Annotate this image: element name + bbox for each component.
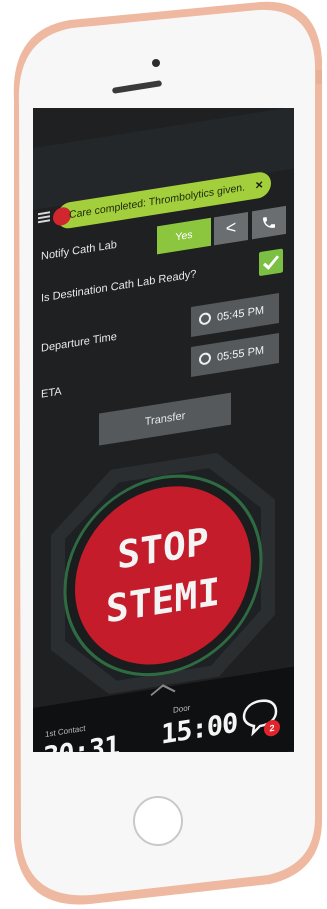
check-icon: [262, 255, 280, 270]
eta-button[interactable]: 05:55 PM: [191, 333, 279, 377]
destination-ready-checkbox[interactable]: [259, 248, 283, 277]
phone-screen: Care completed: Thrombolytics given. × N…: [33, 108, 294, 752]
yes-button[interactable]: Yes: [157, 217, 211, 255]
departure-time-button[interactable]: 05:45 PM: [191, 293, 279, 337]
front-camera: [152, 59, 160, 67]
notify-cath-lab-label: Notify Cath Lab: [41, 238, 117, 263]
departure-time-value: 05:45 PM: [217, 304, 265, 324]
side-button: [316, 70, 322, 84]
phone-icon: [263, 217, 275, 228]
eta-label: ETA: [41, 385, 62, 401]
home-button[interactable]: [133, 796, 183, 846]
close-icon[interactable]: ×: [255, 172, 263, 199]
destination-ready-label: Is Destination Cath Lab Ready?: [41, 268, 197, 305]
clock-icon: [199, 311, 211, 326]
departure-time-label: Departure Time: [41, 330, 117, 355]
stop-stemi-area: STOP STEMI: [51, 452, 275, 694]
back-icon[interactable]: <: [214, 211, 248, 246]
transfer-button[interactable]: Transfer: [99, 392, 231, 446]
eta-value: 05:55 PM: [217, 344, 265, 364]
menu-icon[interactable]: [38, 211, 50, 224]
phone-button[interactable]: [252, 205, 286, 240]
clock-icon: [199, 351, 211, 366]
app-view: Care completed: Thrombolytics given. × N…: [33, 108, 294, 752]
